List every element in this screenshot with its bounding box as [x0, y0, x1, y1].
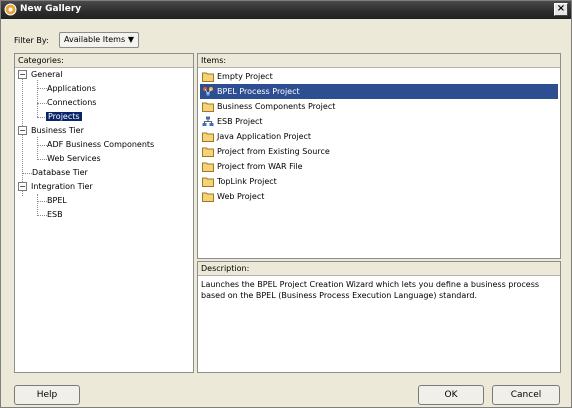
new-gallery-dialog: New Gallery × Filter By: Available Items…	[0, 0, 572, 408]
tree-connector	[37, 201, 47, 202]
list-item-label: Web Project	[217, 192, 265, 201]
filter-by-label: Filter By:	[14, 36, 49, 45]
chevron-down-icon: ▼	[127, 35, 134, 44]
tree-connector	[22, 79, 23, 196]
tree-node-connections[interactable]: Connections	[47, 96, 96, 109]
tree-node-label: General	[31, 70, 63, 79]
list-item-label: Empty Project	[217, 72, 273, 81]
filter-by-dropdown[interactable]: Available Items ▼	[59, 32, 139, 48]
categories-header: Categories:	[15, 54, 193, 68]
tree-connector	[37, 137, 38, 160]
window-title: New Gallery	[20, 4, 82, 14]
items-header: Items:	[198, 54, 560, 68]
list-item-business-components-project[interactable]: Business Components Project	[200, 99, 558, 114]
list-item-bpel-process-project[interactable]: BPEL Process Project	[200, 84, 558, 99]
categories-pane[interactable]: Categories: − General Applications Conne…	[14, 53, 194, 373]
description-header: Description:	[198, 262, 560, 276]
tree-node-label: Web Services	[47, 154, 101, 163]
tree-node-label: Connections	[47, 98, 97, 107]
list-item-label: Project from WAR File	[217, 162, 303, 171]
description-text: Launches the BPEL Project Creation Wizar…	[201, 280, 540, 300]
tree-connector	[37, 145, 47, 146]
tree-node-label: Database Tier	[32, 168, 88, 177]
tree-node-esb[interactable]: ESB	[47, 208, 63, 221]
tree-node-label: Applications	[47, 84, 96, 93]
folder-icon	[202, 132, 214, 142]
folder-icon	[202, 177, 214, 187]
folder-icon	[202, 102, 214, 112]
tree-connector	[37, 215, 47, 216]
list-item-label: Java Application Project	[217, 132, 312, 141]
folder-icon	[202, 72, 214, 82]
list-item-java-application-project[interactable]: Java Application Project	[200, 129, 558, 144]
tree-connector	[22, 173, 32, 174]
collapse-icon[interactable]: −	[18, 126, 27, 135]
list-item-web-project[interactable]: Web Project	[200, 189, 558, 204]
tree-node-projects[interactable]: Projects	[46, 110, 82, 123]
collapse-icon[interactable]: −	[18, 70, 27, 79]
list-item-label: Business Components Project	[217, 102, 336, 111]
tree-node-label: Integration Tier	[31, 182, 93, 191]
help-button[interactable]: Help	[14, 385, 80, 405]
list-item-project-from-existing-source[interactable]: Project from Existing Source	[200, 144, 558, 159]
tree-connector	[37, 80, 38, 117]
filter-by-value: Available Items	[64, 35, 126, 44]
esb-icon	[202, 116, 214, 126]
tree-node-label: Projects	[46, 112, 82, 121]
tree-node-adf-business-components[interactable]: ADF Business Components	[47, 138, 154, 151]
folder-icon	[202, 147, 214, 157]
tree-connector	[37, 159, 47, 160]
items-pane[interactable]: Items: Empty Project BPEL Process Projec…	[197, 53, 561, 259]
close-button[interactable]: ×	[554, 3, 568, 16]
list-item-toplink-project[interactable]: TopLink Project	[200, 174, 558, 189]
tree-node-database-tier[interactable]: Database Tier	[32, 166, 88, 179]
app-icon	[4, 3, 17, 16]
tree-connector	[37, 88, 47, 89]
folder-icon	[202, 192, 214, 202]
list-item-label: Project from Existing Source	[217, 147, 330, 156]
tree-connector	[37, 103, 47, 104]
tree-node-web-services[interactable]: Web Services	[47, 152, 101, 165]
ok-button[interactable]: OK	[418, 385, 484, 405]
collapse-icon[interactable]: −	[18, 182, 27, 191]
title-bar[interactable]: New Gallery ×	[1, 1, 571, 19]
list-item-label: BPEL Process Project	[217, 87, 300, 96]
list-item-label: TopLink Project	[217, 177, 277, 186]
list-item-label: ESB Project	[217, 117, 263, 126]
tree-connector	[37, 194, 38, 216]
tree-node-bpel[interactable]: BPEL	[47, 194, 67, 207]
list-item-empty-project[interactable]: Empty Project	[200, 69, 558, 84]
description-pane: Description: Launches the BPEL Project C…	[197, 261, 561, 373]
tree-node-label: ESB	[47, 210, 63, 219]
folder-icon	[202, 162, 214, 172]
list-item-project-from-war-file[interactable]: Project from WAR File	[200, 159, 558, 174]
tree-node-label: BPEL	[47, 196, 67, 205]
bpel-icon	[203, 87, 213, 96]
tree-node-label: ADF Business Components	[47, 140, 155, 149]
cancel-button[interactable]: Cancel	[492, 385, 560, 405]
tree-node-applications[interactable]: Applications	[47, 82, 96, 95]
tree-node-label: Business Tier	[31, 126, 84, 135]
list-item-esb-project[interactable]: ESB Project	[200, 114, 558, 129]
